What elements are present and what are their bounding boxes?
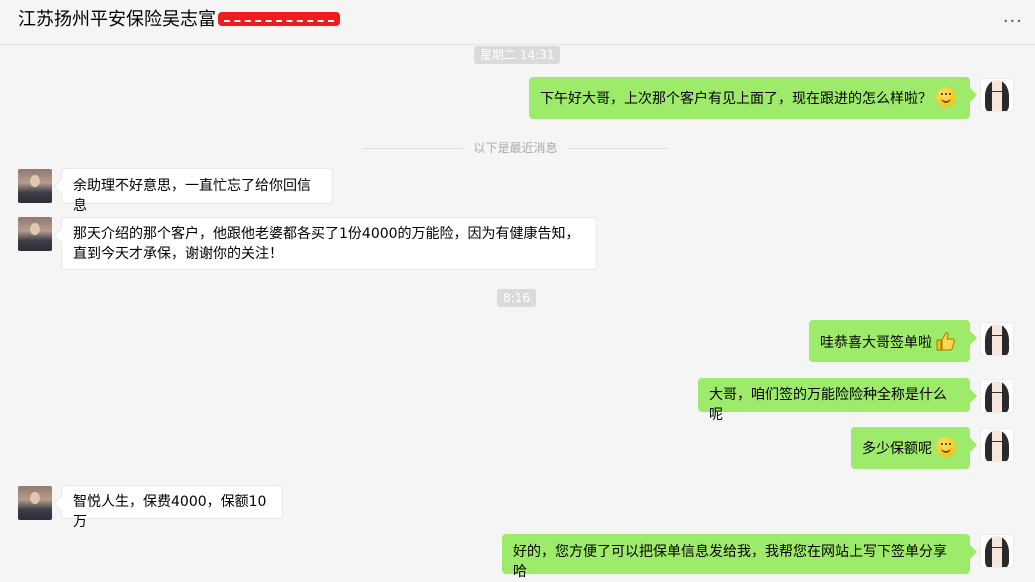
message-text: 哇恭喜大哥签单啦 [820, 335, 932, 351]
avatar[interactable] [980, 78, 1014, 112]
more-options-button[interactable]: ··· [1003, 11, 1023, 32]
timestamp-badge: 8:16 [497, 289, 536, 307]
smiley-icon [936, 437, 956, 457]
avatar[interactable] [18, 486, 52, 520]
avatar[interactable] [980, 428, 1014, 462]
avatar[interactable] [980, 322, 1014, 356]
redaction-mark [218, 12, 340, 26]
timestamp-badge: 星期二 14:31 [474, 46, 561, 64]
message-text: 那天介绍的那个客户，他跟他老婆都各买了1份4000的万能险，因为有健康告知，直到… [73, 226, 580, 262]
message-bubble-incoming[interactable]: 余助理不好意思，一直忙忘了给你回信息 [61, 168, 333, 214]
message-text: 余助理不好意思，一直忙忘了给你回信息 [73, 178, 311, 214]
avatar[interactable] [18, 217, 52, 251]
message-text: 多少保额呢 [862, 441, 932, 457]
message-bubble-outgoing[interactable]: 大哥，咱们签的万能险险种全称是什么呢 [698, 378, 970, 423]
message-text: 好的，您方便了可以把保单信息发给我，我帮您在网站上写下签单分享哈 [513, 544, 947, 580]
avatar[interactable] [18, 169, 52, 203]
smiley-icon [936, 87, 956, 107]
chat-title: 江苏扬州平安保险吴志富 [18, 9, 216, 30]
recent-messages-divider: 以下是最近消息 [363, 140, 668, 156]
message-bubble-incoming[interactable]: 那天介绍的那个客户，他跟他老婆都各买了1份4000的万能险，因为有健康告知，直到… [61, 217, 597, 270]
divider-line [568, 148, 668, 149]
message-bubble-outgoing[interactable]: 哇恭喜大哥签单啦 [809, 320, 970, 362]
message-text: 智悦人生，保费4000，保额10万 [73, 494, 267, 530]
message-bubble-incoming[interactable]: 智悦人生，保费4000，保额10万 [61, 485, 283, 530]
avatar[interactable] [980, 379, 1014, 413]
message-bubble-outgoing[interactable]: 下午好大哥，上次那个客户有见上面了，现在跟进的怎么样啦？ [529, 77, 970, 119]
message-bubble-outgoing[interactable]: 好的，您方便了可以把保单信息发给我，我帮您在网站上写下签单分享哈 [502, 534, 970, 580]
thumbs-up-icon [936, 332, 955, 351]
avatar[interactable] [980, 534, 1014, 568]
message-text: 大哥，咱们签的万能险险种全称是什么呢 [709, 387, 947, 423]
message-text: 下午好大哥，上次那个客户有见上面了，现在跟进的怎么样啦？ [540, 91, 932, 107]
chat-header: 江苏扬州平安保险吴志富 ··· [0, 0, 1035, 45]
message-bubble-outgoing[interactable]: 多少保额呢 [851, 427, 970, 469]
